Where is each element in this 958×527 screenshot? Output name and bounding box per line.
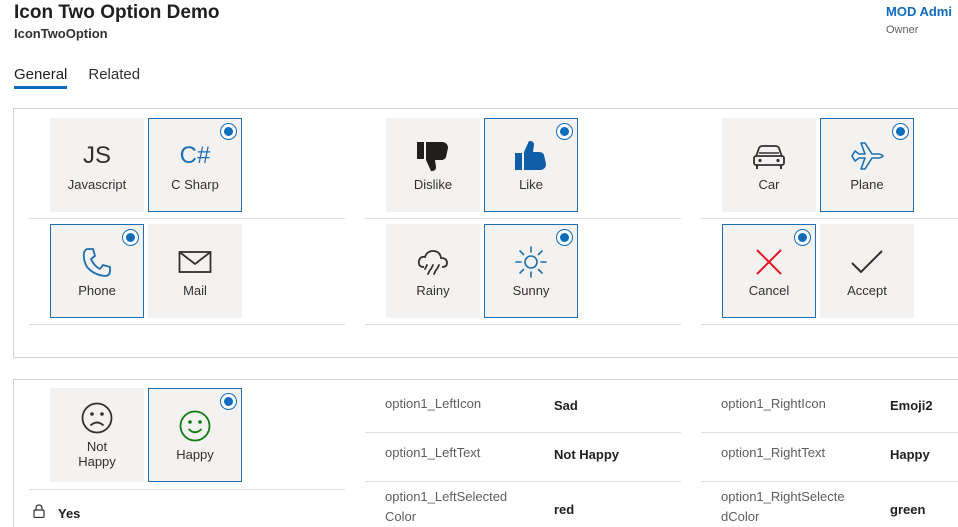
cancel-icon <box>756 248 782 275</box>
option-label: Plane <box>850 176 884 192</box>
tab-related[interactable]: Related <box>88 66 140 89</box>
selected-indicator-icon <box>556 123 573 140</box>
row-divider <box>701 481 958 482</box>
prop-left-text-label: option1_LeftText <box>385 445 481 460</box>
prop-right-color-value[interactable]: green <box>890 502 925 517</box>
option-dislike[interactable]: Dislike <box>386 118 480 212</box>
option-plane[interactable]: Plane <box>820 118 914 212</box>
row-divider <box>365 432 681 433</box>
option-accept[interactable]: Accept <box>820 224 914 318</box>
checkmark-icon <box>851 249 883 273</box>
option-mail[interactable]: Mail <box>148 224 242 318</box>
emoji-option-section: Not Happy Happy Yes option1_LeftIcon Sad… <box>13 379 958 527</box>
option-like[interactable]: Like <box>484 118 578 212</box>
tab-bar: General Related <box>14 66 161 89</box>
thumbs-down-icon <box>417 141 448 171</box>
option-label: Like <box>519 176 543 192</box>
prop-right-icon-label: option1_RightIcon <box>721 396 826 411</box>
icon-options-section: JS Javascript C# C Sharp Phone Mail Disl… <box>13 108 958 358</box>
option-cancel[interactable]: Cancel <box>722 224 816 318</box>
option-label: Dislike <box>413 176 453 192</box>
row-divider <box>701 432 958 433</box>
option-label: Phone <box>78 282 116 298</box>
option-happy[interactable]: Happy <box>148 388 242 482</box>
row-divider <box>701 218 958 219</box>
selected-indicator-icon <box>220 393 237 410</box>
selected-indicator-icon <box>892 123 909 140</box>
option-javascript[interactable]: JS Javascript <box>50 118 144 212</box>
option-label: Rainy <box>416 282 450 298</box>
selected-indicator-icon <box>220 123 237 140</box>
form-header: Icon Two Option Demo IconTwoOption <box>14 2 219 41</box>
option-label: Not Happy <box>78 439 116 469</box>
tab-general[interactable]: General <box>14 66 68 89</box>
prop-left-icon-value[interactable]: Sad <box>554 398 578 413</box>
row-divider <box>29 218 345 219</box>
sunny-icon <box>515 245 547 278</box>
option-label: C Sharp <box>171 176 219 192</box>
prop-right-color-label: option1_RightSelecte dColor <box>721 489 845 524</box>
plane-icon <box>851 141 884 170</box>
row-divider <box>701 324 958 325</box>
row-divider <box>29 324 345 325</box>
prop-left-color-value[interactable]: red <box>554 502 574 517</box>
prop-left-text-value[interactable]: Not Happy <box>554 447 619 462</box>
locked-field-value: Yes <box>58 506 81 521</box>
car-icon <box>753 144 785 169</box>
row-divider <box>365 324 681 325</box>
csharp-icon: C# <box>179 141 211 169</box>
option-label: Cancel <box>748 282 790 298</box>
row-divider <box>365 218 681 219</box>
mail-icon <box>178 250 212 273</box>
owner-label: Owner <box>886 24 919 36</box>
js-icon: JS <box>82 141 111 169</box>
entity-name: IconTwoOption <box>14 26 108 41</box>
sad-face-icon <box>81 402 113 434</box>
row-divider <box>29 489 345 490</box>
owner-field[interactable]: MOD Admi Owner <box>886 4 958 36</box>
option-csharp[interactable]: C# C Sharp <box>148 118 242 212</box>
prop-left-color-label: option1_LeftSelected Color <box>385 489 508 524</box>
page-title: Icon Two Option Demo <box>14 2 220 23</box>
rainy-icon <box>417 249 448 275</box>
selected-indicator-icon <box>794 229 811 246</box>
phone-icon <box>82 247 111 277</box>
selected-indicator-icon <box>556 229 573 246</box>
row-divider <box>365 481 681 482</box>
option-label: Accept <box>847 282 887 298</box>
prop-left-icon-label: option1_LeftIcon <box>385 396 482 411</box>
lock-icon <box>33 504 45 518</box>
option-label: Sunny <box>512 282 550 298</box>
thumbs-up-icon <box>515 140 546 170</box>
option-label: Mail <box>183 282 207 298</box>
owner-link[interactable]: MOD Admi <box>886 4 958 19</box>
happy-face-icon <box>179 410 211 441</box>
selected-indicator-icon <box>122 229 139 246</box>
option-car[interactable]: Car <box>722 118 816 212</box>
option-phone[interactable]: Phone <box>50 224 144 318</box>
prop-right-text-value[interactable]: Happy <box>890 447 930 462</box>
prop-right-icon-value[interactable]: Emoji2 <box>890 398 933 413</box>
option-label: Javascript <box>67 176 127 192</box>
prop-right-text-label: option1_RightText <box>721 445 826 460</box>
option-rainy[interactable]: Rainy <box>386 224 480 318</box>
option-sunny[interactable]: Sunny <box>484 224 578 318</box>
option-label: Happy <box>176 446 214 462</box>
option-label: Car <box>758 176 780 192</box>
option-not-happy[interactable]: Not Happy <box>50 388 144 482</box>
